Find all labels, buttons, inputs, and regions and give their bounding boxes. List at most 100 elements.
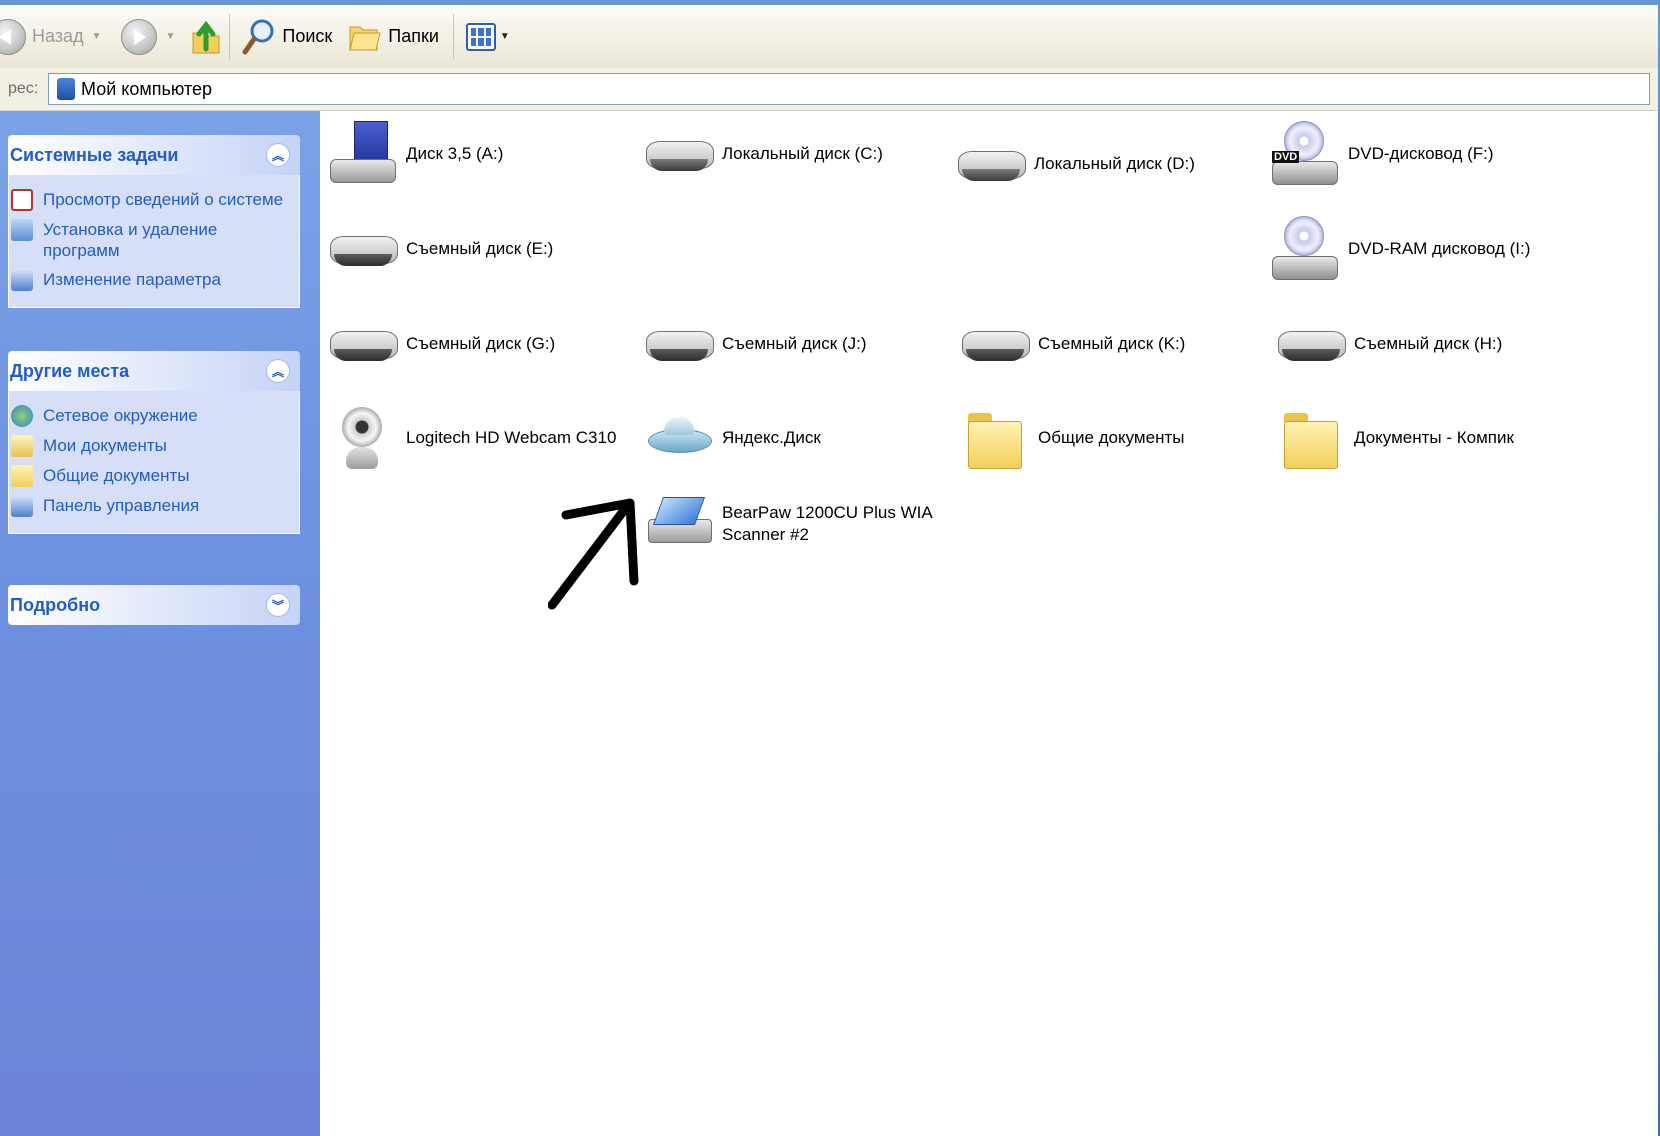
back-arrow-icon [0, 18, 26, 55]
search-icon [242, 19, 274, 54]
hard-disk-icon [644, 119, 714, 189]
item-label: BearPaw 1200CU Plus WIA Scanner #2 [722, 502, 933, 546]
removable-disk-icon [1276, 309, 1346, 379]
place-network[interactable]: Сетевое окружение [9, 401, 299, 431]
drive-removable-k[interactable]: Съемный диск (K:) [960, 309, 1185, 379]
collapse-icon[interactable]: ︽ [266, 359, 290, 383]
forward-button[interactable]: ▼ [121, 12, 175, 62]
folder-icon [960, 403, 1030, 473]
system-info-icon [11, 189, 33, 211]
task-add-remove-programs[interactable]: Установка и удаление программ [9, 215, 299, 265]
folders-label: Папки [388, 26, 439, 46]
up-folder-icon [192, 20, 220, 53]
device-webcam[interactable]: Logitech HD Webcam C310 [328, 403, 616, 473]
task-label: Изменение параметра [43, 270, 221, 289]
yandex-disk[interactable]: Яндекс.Диск [644, 403, 821, 473]
file-view: Диск 3,5 (A:) Локальный диск (C:) Локаль… [320, 111, 1658, 1136]
explorer-window: Назад ▼ ▼ Поиск Папки ▼ рес: Мой компьют… [0, 5, 1658, 1136]
my-documents-icon [11, 435, 33, 457]
task-label: Сетевое окружение [43, 406, 198, 425]
dvd-drive-icon: DVD [1270, 119, 1340, 189]
address-label: рес: [8, 80, 39, 97]
views-icon [465, 22, 496, 51]
webcam-icon [328, 403, 398, 473]
removable-disk-icon [644, 309, 714, 379]
place-control-panel[interactable]: Панель управления [9, 491, 299, 521]
panel-header[interactable]: Другие места ︽ [8, 351, 300, 391]
panel-title: Системные задачи [10, 144, 179, 165]
back-label: Назад [32, 26, 84, 46]
device-scanner[interactable]: BearPaw 1200CU Plus WIA Scanner #2 [644, 489, 933, 559]
drive-removable-h[interactable]: Съемный диск (H:) [1276, 309, 1502, 379]
other-places-panel: Другие места ︽ Сетевое окружение Мои док… [8, 351, 300, 534]
scanner-icon [644, 489, 714, 559]
collapse-icon[interactable]: ︽ [266, 143, 290, 167]
address-value: Мой компьютер [81, 78, 213, 99]
item-label: Локальный диск (C:) [722, 144, 883, 163]
views-button[interactable]: ▼ [465, 12, 510, 62]
drive-removable-j[interactable]: Съемный диск (J:) [644, 309, 867, 379]
up-folder-button[interactable] [189, 12, 223, 62]
drive-dvd-f[interactable]: DVD DVD-дисковод (F:) [1270, 119, 1494, 189]
network-icon [11, 405, 33, 427]
folders-button[interactable]: Папки [348, 12, 439, 62]
drive-floppy-a[interactable]: Диск 3,5 (A:) [328, 119, 503, 189]
removable-disk-icon [328, 309, 398, 379]
hard-disk-icon [956, 129, 1026, 199]
item-label: Документы - Компик [1354, 428, 1514, 447]
item-label: Диск 3,5 (A:) [406, 144, 504, 163]
back-button[interactable]: Назад ▼ [0, 12, 101, 62]
task-label: Просмотр сведений о системе [43, 190, 284, 209]
folder-komp-documents[interactable]: Документы - Компик [1276, 403, 1514, 473]
window-frame: Назад ▼ ▼ Поиск Папки ▼ рес: Мой компьют… [0, 0, 1660, 1136]
dvd-tag: DVD [1272, 151, 1300, 163]
task-label: Общие документы [43, 466, 190, 485]
folder-shared-documents[interactable]: Общие документы [960, 403, 1184, 473]
item-label: DVD-RAM дисковод (I:) [1348, 239, 1531, 258]
panel-body: Просмотр сведений о системе Установка и … [8, 175, 300, 308]
place-shared-documents[interactable]: Общие документы [9, 461, 299, 491]
task-view-system-info[interactable]: Просмотр сведений о системе [9, 185, 299, 215]
chevron-down-icon[interactable]: ▼ [165, 31, 175, 42]
panel-title: Подробно [10, 594, 101, 615]
drive-c[interactable]: Локальный диск (C:) [644, 119, 883, 189]
system-tasks-panel: Системные задачи ︽ Просмотр сведений о с… [8, 135, 300, 308]
drive-removable-g[interactable]: Съемный диск (G:) [328, 309, 555, 379]
place-my-documents[interactable]: Мои документы [9, 431, 299, 461]
item-label: Локальный диск (D:) [1034, 154, 1195, 173]
item-label: Съемный диск (J:) [722, 334, 867, 353]
search-label: Поиск [282, 26, 333, 46]
task-label: Установка и удаление программ [43, 220, 218, 260]
add-remove-programs-icon [11, 219, 33, 241]
expand-icon[interactable]: ︾ [266, 593, 290, 617]
folder-icon [1276, 403, 1346, 473]
item-label: Logitech HD Webcam C310 [406, 428, 617, 447]
drive-dvdram-i[interactable]: DVD-RAM дисковод (I:) [1270, 214, 1530, 284]
item-label: DVD-дисковод (F:) [1348, 144, 1494, 163]
panel-header[interactable]: Подробно ︾ [8, 585, 300, 625]
control-panel-icon [11, 269, 33, 291]
chevron-down-icon[interactable]: ▼ [92, 31, 102, 42]
search-button[interactable]: Поиск [242, 12, 332, 62]
item-label: Съемный диск (E:) [406, 239, 554, 258]
task-label: Панель управления [43, 496, 200, 515]
panel-title: Другие места [10, 360, 130, 381]
panel-body: Сетевое окружение Мои документы Общие до… [8, 391, 300, 534]
my-computer-icon [57, 78, 75, 100]
address-bar: рес: Мой компьютер [0, 68, 1658, 111]
address-input[interactable]: Мой компьютер [48, 73, 1650, 105]
yandex-disk-icon [644, 403, 714, 473]
drive-d[interactable]: Локальный диск (D:) [956, 129, 1195, 199]
control-panel-icon [11, 495, 33, 517]
task-label: Мои документы [43, 436, 167, 455]
removable-disk-icon [328, 214, 398, 284]
item-label: Съемный диск (H:) [1354, 334, 1503, 353]
toolbar-separator [452, 13, 454, 60]
chevron-down-icon[interactable]: ▼ [500, 31, 510, 42]
task-pane: Системные задачи ︽ Просмотр сведений о с… [0, 111, 320, 1136]
task-change-setting[interactable]: Изменение параметра [9, 265, 299, 295]
panel-header[interactable]: Системные задачи ︽ [8, 135, 300, 175]
floppy-drive-icon [328, 119, 398, 189]
drive-removable-e[interactable]: Съемный диск (E:) [328, 214, 553, 284]
item-label: Яндекс.Диск [722, 428, 821, 447]
